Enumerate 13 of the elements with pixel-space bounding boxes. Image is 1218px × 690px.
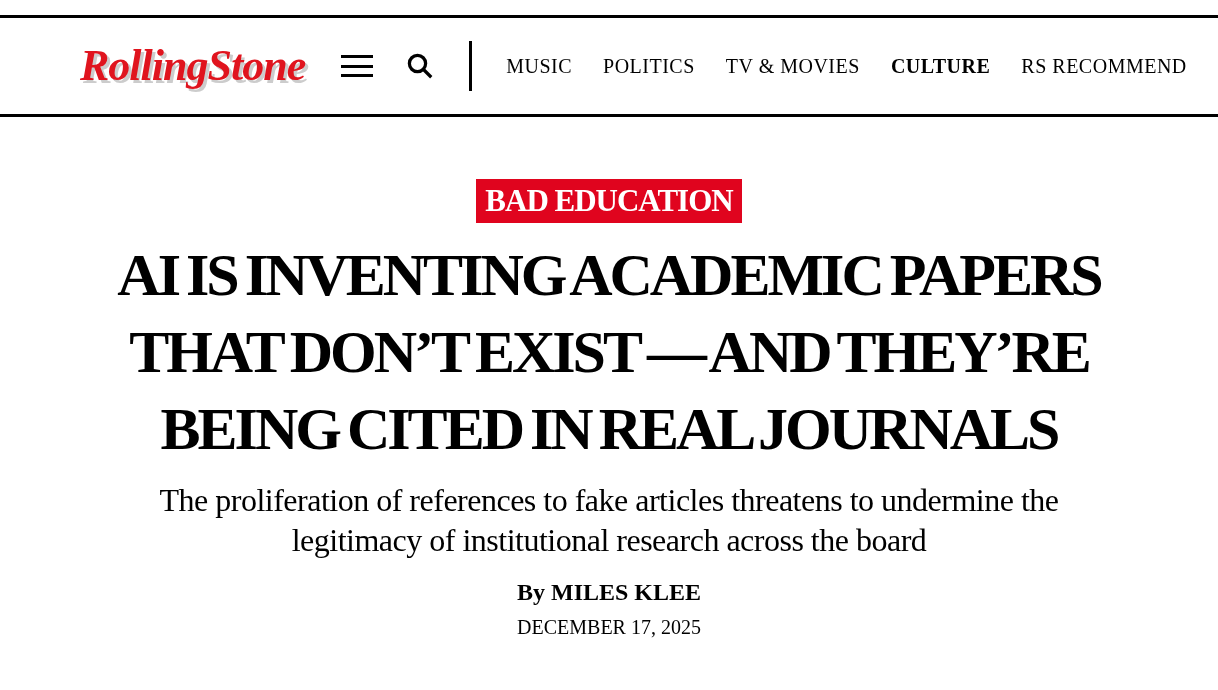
menu-icon[interactable] [341, 53, 374, 79]
nav-link[interactable]: TV & MOVIES [725, 51, 860, 81]
byline: By MILES KLEE [516, 578, 702, 607]
nav-link[interactable]: POLITICS [603, 51, 695, 81]
subheadline: The proliferation of references to fake articles threatens to undermine the legitimacy of institutional research across the board [158, 481, 1060, 560]
nav-link[interactable]: MUSIC [506, 51, 573, 81]
publish-date: DECEMBER 17, 2025 [517, 615, 701, 640]
headline: AI IS INVENTING ACADEMIC PAPERS THAT DON’T EXIST — AND THEY’RE BEING CITED IN REAL JOURNALS [116, 241, 1102, 464]
nav-link[interactable]: RS RECOMMEND [1021, 51, 1187, 81]
nav-link[interactable]: CULTURE [890, 51, 991, 81]
logo[interactable]: RollingStone [80, 33, 306, 99]
category-tag[interactable]: BAD EDUCATION [476, 179, 742, 223]
author-link[interactable]: MILES KLEE [551, 579, 702, 605]
